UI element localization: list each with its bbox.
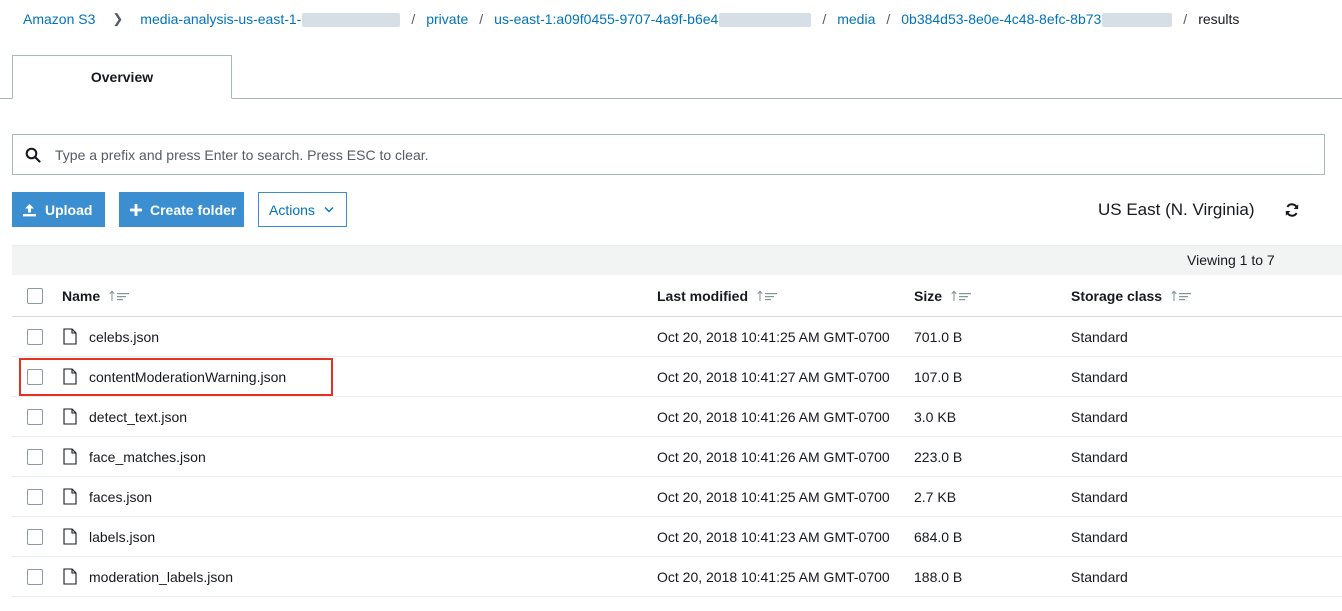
row-checkbox[interactable] bbox=[27, 369, 43, 385]
breadcrumb-separator: / bbox=[479, 11, 484, 27]
column-header-last-modified[interactable]: Last modified bbox=[657, 288, 779, 305]
sort-icon bbox=[757, 289, 779, 305]
file-icon bbox=[63, 448, 77, 465]
search-input[interactable] bbox=[55, 146, 1255, 163]
sort-icon bbox=[109, 289, 131, 305]
row-checkbox[interactable] bbox=[27, 409, 43, 425]
storage-class-cell: Standard bbox=[1071, 409, 1128, 425]
file-icon bbox=[63, 368, 77, 385]
table-row[interactable]: face_matches.json Oct 20, 2018 10:41:26 A… bbox=[12, 437, 1342, 477]
upload-icon bbox=[22, 203, 37, 217]
actions-label: Actions bbox=[269, 201, 315, 218]
file-icon bbox=[63, 488, 77, 505]
size-cell: 684.0 B bbox=[914, 529, 963, 545]
storage-class-cell: Standard bbox=[1071, 449, 1128, 465]
table-row[interactable]: labels.json Oct 20, 2018 10:41:23 AM GMT-… bbox=[12, 517, 1342, 557]
redacted-blur bbox=[302, 13, 401, 28]
breadcrumb-identity[interactable]: us-east-1:a09f0455-9707-4a9f-b6e4 bbox=[494, 11, 812, 28]
last-modified-cell: Oct 20, 2018 10:41:23 AM GMT-0700 bbox=[657, 529, 890, 545]
breadcrumb: Amazon S3 ❯ media-analysis-us-east-1- / … bbox=[23, 10, 1239, 28]
size-cell: 107.0 B bbox=[914, 369, 963, 385]
last-modified-cell: Oct 20, 2018 10:41:25 AM GMT-0700 bbox=[657, 569, 890, 585]
redacted-blur bbox=[719, 13, 812, 28]
tab-bar: Overview bbox=[0, 55, 1342, 99]
row-checkbox[interactable] bbox=[27, 449, 43, 465]
objects-table: Name Last modified Size Storage class ce… bbox=[12, 275, 1342, 597]
file-icon bbox=[63, 408, 77, 425]
breadcrumb-current: results bbox=[1198, 11, 1240, 27]
last-modified-cell: Oct 20, 2018 10:41:25 AM GMT-0700 bbox=[657, 329, 890, 345]
sort-icon bbox=[1171, 289, 1193, 305]
breadcrumb-separator: / bbox=[822, 11, 827, 27]
last-modified-cell: Oct 20, 2018 10:41:26 AM GMT-0700 bbox=[657, 409, 890, 425]
breadcrumb-bucket[interactable]: media-analysis-us-east-1- bbox=[140, 11, 401, 28]
table-row[interactable]: contentModerationWarning.json Oct 20, 201… bbox=[12, 357, 1342, 397]
table-header: Name Last modified Size Storage class bbox=[12, 275, 1342, 317]
row-checkbox[interactable] bbox=[27, 529, 43, 545]
breadcrumb-separator: / bbox=[411, 11, 416, 27]
create-folder-label: Create folder bbox=[150, 201, 237, 218]
size-cell: 223.0 B bbox=[914, 449, 963, 465]
table-row[interactable]: moderation_labels.json Oct 20, 2018 10:41… bbox=[12, 557, 1342, 597]
sort-icon bbox=[951, 289, 973, 305]
file-icon bbox=[63, 568, 77, 585]
redacted-blur bbox=[1102, 13, 1173, 28]
breadcrumb-amazon-s3[interactable]: Amazon S3 bbox=[23, 11, 95, 27]
table-body: celebs.json Oct 20, 2018 10:41:25 AM GMT-… bbox=[12, 317, 1342, 597]
storage-class-cell: Standard bbox=[1071, 489, 1128, 505]
tab-overview[interactable]: Overview bbox=[12, 55, 232, 99]
storage-class-cell: Standard bbox=[1071, 329, 1128, 345]
select-all-checkbox[interactable] bbox=[27, 288, 43, 304]
file-name-link[interactable]: labels.json bbox=[89, 529, 155, 545]
row-checkbox[interactable] bbox=[27, 489, 43, 505]
table-row[interactable]: detect_text.json Oct 20, 2018 10:41:26 AM… bbox=[12, 397, 1342, 437]
storage-class-cell: Standard bbox=[1071, 369, 1128, 385]
last-modified-cell: Oct 20, 2018 10:41:27 AM GMT-0700 bbox=[657, 369, 890, 385]
file-icon bbox=[63, 328, 77, 345]
column-header-size[interactable]: Size bbox=[914, 288, 973, 305]
search-bar bbox=[12, 134, 1325, 175]
file-name-link[interactable]: face_matches.json bbox=[89, 449, 206, 465]
breadcrumb-object[interactable]: 0b384d53-8e0e-4c48-8efc-8b73 bbox=[901, 11, 1173, 28]
pagination-bar: Viewing 1 to 7 bbox=[12, 245, 1342, 275]
breadcrumb-private[interactable]: private bbox=[426, 11, 468, 27]
breadcrumb-separator: / bbox=[1183, 11, 1188, 27]
table-row[interactable]: faces.json Oct 20, 2018 10:41:25 AM GMT-0… bbox=[12, 477, 1342, 517]
column-header-storage-class[interactable]: Storage class bbox=[1071, 288, 1193, 305]
viewing-count: Viewing 1 to 7 bbox=[1187, 252, 1275, 268]
table-row[interactable]: celebs.json Oct 20, 2018 10:41:25 AM GMT-… bbox=[12, 317, 1342, 357]
plus-icon bbox=[130, 203, 142, 216]
last-modified-cell: Oct 20, 2018 10:41:25 AM GMT-0700 bbox=[657, 489, 890, 505]
actions-dropdown[interactable]: Actions bbox=[258, 192, 347, 227]
breadcrumb-separator: / bbox=[886, 11, 891, 27]
chevron-right-icon: ❯ bbox=[112, 11, 124, 26]
refresh-icon[interactable] bbox=[1284, 202, 1300, 218]
file-icon bbox=[63, 528, 77, 545]
file-name-link[interactable]: faces.json bbox=[89, 489, 152, 505]
last-modified-cell: Oct 20, 2018 10:41:26 AM GMT-0700 bbox=[657, 449, 890, 465]
file-name-link[interactable]: contentModerationWarning.json bbox=[89, 369, 286, 385]
upload-label: Upload bbox=[45, 201, 93, 218]
storage-class-cell: Standard bbox=[1071, 569, 1128, 585]
size-cell: 3.0 KB bbox=[914, 409, 957, 425]
file-name-link[interactable]: moderation_labels.json bbox=[89, 569, 233, 585]
size-cell: 2.7 KB bbox=[914, 489, 957, 505]
size-cell: 701.0 B bbox=[914, 329, 963, 345]
create-folder-button[interactable]: Create folder bbox=[119, 192, 244, 227]
region-label: US East (N. Virginia) bbox=[1098, 200, 1255, 219]
size-cell: 188.0 B bbox=[914, 569, 963, 585]
file-name-link[interactable]: celebs.json bbox=[89, 329, 159, 345]
upload-button[interactable]: Upload bbox=[12, 192, 105, 227]
row-checkbox[interactable] bbox=[27, 329, 43, 345]
chevron-down-icon bbox=[324, 206, 334, 213]
breadcrumb-media[interactable]: media bbox=[837, 11, 875, 27]
row-checkbox[interactable] bbox=[27, 569, 43, 585]
file-name-link[interactable]: detect_text.json bbox=[89, 409, 187, 425]
search-icon bbox=[25, 147, 41, 163]
column-header-name[interactable]: Name bbox=[62, 288, 131, 305]
storage-class-cell: Standard bbox=[1071, 529, 1128, 545]
